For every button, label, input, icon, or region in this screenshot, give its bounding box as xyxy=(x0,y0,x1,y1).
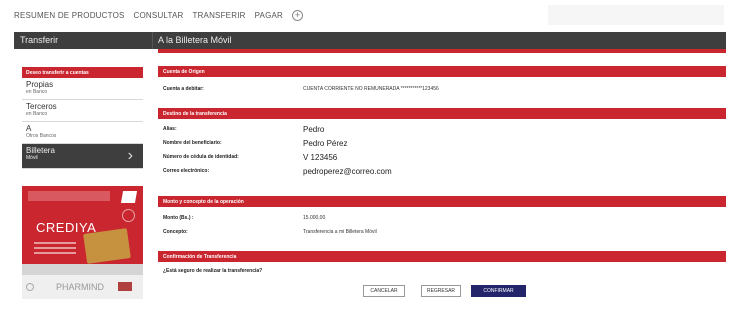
amount-section: Monto y concepto de la operación Monto (… xyxy=(158,196,726,242)
sidebar-item-sublabel: Móvil xyxy=(26,155,38,161)
confirm-header: Confirmación de Transferencia xyxy=(158,251,726,262)
header-right-area xyxy=(548,5,724,25)
sidebar-item-terceros[interactable]: Terceros en Banco xyxy=(22,100,143,122)
confirm-question: ¿Está seguro de realizar la transferenci… xyxy=(163,268,263,274)
amount-header: Monto y concepto de la operación xyxy=(158,196,726,207)
concept-label: Concepto: xyxy=(163,229,188,235)
top-nav-items: RESUMEN DE PRODUCTOS CONSULTAR TRANSFERI… xyxy=(14,10,304,21)
destination-header: Destino de la transferencia xyxy=(158,108,726,119)
origin-header: Cuenta de Origen xyxy=(158,66,726,77)
back-button[interactable]: REGRESAR xyxy=(421,285,461,297)
id-label: Número de cédula de identidad: xyxy=(163,154,239,160)
amount-label: Monto (Bs.) : xyxy=(163,215,194,221)
section-title: Transferir xyxy=(20,35,59,45)
sidebar-item-label: Billetera xyxy=(26,146,55,155)
beneficiary-value: Pedro Pérez xyxy=(303,139,348,148)
alias-label: Alias: xyxy=(163,126,177,132)
sidebar-item-sublabel: en Banco xyxy=(26,89,48,95)
sidebar-item-propias[interactable]: Propias en Banco xyxy=(22,78,143,100)
page-title: A la Billetera Móvil xyxy=(158,35,232,45)
plus-circle-icon[interactable]: + xyxy=(292,10,304,21)
confirm-section: Confirmación de Transferencia ¿Está segu… xyxy=(158,251,726,298)
origin-label: Cuenta a debitar: xyxy=(163,86,204,92)
nav-pagar[interactable]: PAGAR xyxy=(255,11,283,20)
confirm-button[interactable]: CONFIRMAR xyxy=(471,285,526,297)
nav-consultar[interactable]: CONSULTAR xyxy=(134,11,184,20)
info-icon xyxy=(122,209,135,222)
email-value: pedroperez@correo.com xyxy=(303,167,392,176)
amount-value: 15.000,00 xyxy=(303,215,326,221)
sidebar-item-billetera[interactable]: Billetera Móvil › xyxy=(22,144,143,169)
banner-brand: PHARMIND xyxy=(56,282,105,292)
nav-resumen-productos[interactable]: RESUMEN DE PRODUCTOS xyxy=(14,11,125,20)
title-bar: Transferir A la Billetera Móvil xyxy=(14,32,726,49)
sidebar-item-otros-bancos[interactable]: A Otros Bancos xyxy=(22,122,143,144)
concept-value: Transferencia a mi Billetera Móvil xyxy=(303,229,377,235)
main-content: Cuenta de Origen Cuenta a debitar: CUENT… xyxy=(158,66,726,307)
badge-icon xyxy=(26,283,34,291)
banner-text-lines xyxy=(34,242,76,266)
banner-text-block xyxy=(28,191,110,201)
cancel-button[interactable]: CANCELAR xyxy=(363,285,405,297)
origin-account: CUENTA CORRIENTE NO REMUNERADA *********… xyxy=(303,86,439,92)
destination-section: Destino de la transferencia Alias: Pedro… xyxy=(158,108,726,187)
alias-value: Pedro xyxy=(303,125,325,134)
credit-card-image xyxy=(83,228,131,264)
title-divider xyxy=(152,32,153,49)
sidebar-item-label: Terceros xyxy=(26,102,57,111)
sidebar-item-sublabel: en Banco xyxy=(26,111,48,117)
title-underline xyxy=(158,49,726,53)
nav-transferir[interactable]: TRANSFERIR xyxy=(192,11,245,20)
card-icon xyxy=(120,191,138,203)
brand-glyph-icon xyxy=(118,282,132,291)
sidebar: Deseo transferir a cuentas Propias en Ba… xyxy=(22,67,143,169)
sidebar-item-sublabel: Otros Bancos xyxy=(26,133,57,139)
beneficiary-label: Nombre del beneficiario: xyxy=(163,140,222,146)
chevron-right-icon: › xyxy=(127,147,133,164)
sidebar-item-label: Propias xyxy=(26,80,54,89)
id-value: V 123456 xyxy=(303,153,338,162)
top-navigation: RESUMEN DE PRODUCTOS CONSULTAR TRANSFERI… xyxy=(0,0,738,30)
promo-banner[interactable]: CREDIYA PHARMIND xyxy=(22,186,143,299)
email-label: Correo electrónico: xyxy=(163,168,210,174)
origin-section: Cuenta de Origen Cuenta a debitar: CUENT… xyxy=(158,66,726,99)
sidebar-header: Deseo transferir a cuentas xyxy=(22,67,143,78)
sidebar-item-label: A xyxy=(26,124,32,133)
